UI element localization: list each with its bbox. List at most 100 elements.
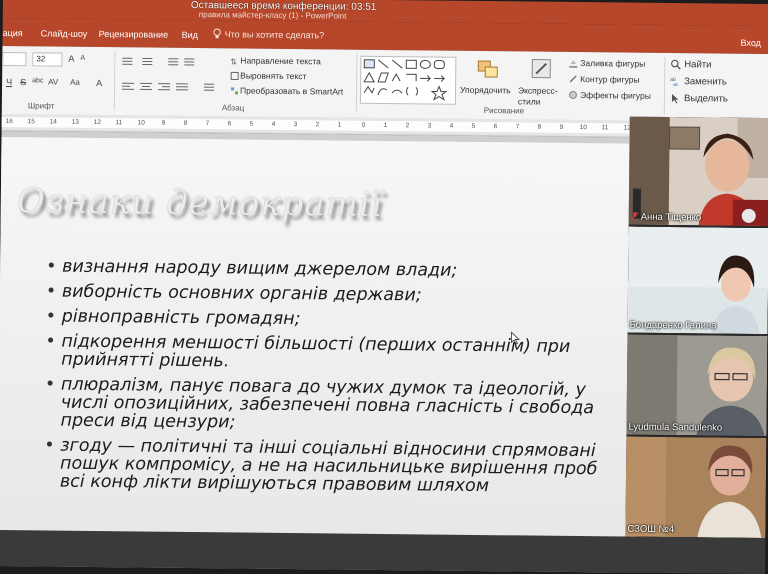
ruler-tick: 3 xyxy=(294,121,298,128)
align-text-icon xyxy=(230,71,239,80)
ruler-tick: 9 xyxy=(560,124,564,131)
ruler-tick: 4 xyxy=(272,121,276,128)
bullet-item: рівноправність громадян; xyxy=(44,307,644,331)
mic-muted-icon xyxy=(631,212,639,221)
ruler-tick: 10 xyxy=(580,124,587,131)
tell-me-search[interactable]: Что вы хотите сделать? xyxy=(213,28,325,40)
smartart-icon xyxy=(230,86,239,95)
paragraph-group-label: Абзац xyxy=(222,103,245,112)
select-button[interactable]: Выделить xyxy=(684,93,728,104)
bullet-item: плюралізм, панує повага до чужих думок т… xyxy=(42,375,643,435)
font-group-label: Шрифт xyxy=(28,101,54,110)
bullet-item: підкорення меншості більшості (перших ос… xyxy=(43,332,643,374)
grow-font-button[interactable]: A xyxy=(68,54,74,64)
slide-title[interactable]: Ознаки демократії xyxy=(17,181,383,225)
bullet-line: визнання народу вищим джерелом влади; xyxy=(62,258,644,282)
participants-panel: Анна Тіщенко Бондаренко Галина xyxy=(625,117,768,538)
participant-name: Lyudmula Sandulenko xyxy=(628,422,722,434)
shapes-gallery[interactable] xyxy=(360,56,456,105)
quick-styles-icon xyxy=(530,58,554,82)
participant-tile[interactable]: Lyudmula Sandulenko xyxy=(626,335,767,436)
status-area xyxy=(0,530,765,574)
ruler-tick: 1 xyxy=(384,122,388,129)
ruler-tick: 0 xyxy=(362,122,366,129)
svg-text:ac: ac xyxy=(673,82,679,87)
drawing-group-label: Рисование xyxy=(484,106,524,115)
shrink-font-button[interactable]: A xyxy=(80,55,85,62)
font-name-box[interactable] xyxy=(2,52,26,66)
font-color-button[interactable]: A xyxy=(96,78,102,88)
shapes-gallery-icon xyxy=(361,57,455,104)
lightbulb-icon xyxy=(213,28,222,39)
ruler-tick: 1 xyxy=(338,122,342,129)
ruler-tick: 7 xyxy=(206,120,210,127)
ribbon: 32 A A Ч S abc AV Aa A Шрифт ⇅ Направлен xyxy=(2,46,768,123)
participant-name: СЗОШ №4 xyxy=(627,524,674,535)
text-direction-icon: ⇅ xyxy=(230,56,239,65)
shadow-text-button[interactable]: abc xyxy=(32,77,43,84)
strikethrough-button[interactable]: S xyxy=(20,77,26,87)
convert-smartart-button[interactable]: Преобразовать в SmartArt xyxy=(240,85,343,96)
tab-review[interactable]: Рецензирование xyxy=(99,29,169,40)
mouse-cursor-icon xyxy=(510,331,520,345)
ruler-tick: 14 xyxy=(50,118,57,125)
replace-button[interactable]: Заменить xyxy=(684,76,727,87)
participant-tile[interactable]: Бондаренко Галина xyxy=(628,227,768,334)
ruler-tick: 2 xyxy=(316,121,320,128)
arrange-button[interactable]: Упорядочить xyxy=(460,85,511,96)
underline-button[interactable]: Ч xyxy=(6,77,12,87)
ruler-tick: 5 xyxy=(472,123,476,130)
shape-effects-button[interactable]: Эффекты фигуры xyxy=(580,90,651,101)
ruler-tick: 9 xyxy=(162,120,166,127)
ruler-tick: 10 xyxy=(138,119,145,126)
ruler-tick: 2 xyxy=(406,122,410,129)
signin-link[interactable]: Вход xyxy=(741,38,761,48)
align-text-button[interactable]: Выровнять текст xyxy=(240,70,306,81)
bullet-item: визнання народу вищим джерелом влади; xyxy=(44,257,644,281)
ruler-tick: 8 xyxy=(184,120,188,127)
ruler-tick: 15 xyxy=(28,118,35,125)
shape-effects-icon xyxy=(568,90,578,100)
char-spacing-button[interactable]: AV xyxy=(48,77,58,86)
participant-tile[interactable]: СЗОШ №4 xyxy=(625,437,766,538)
ruler-tick: 6 xyxy=(494,123,498,130)
find-button[interactable]: Найти xyxy=(684,59,711,70)
ruler-tick: 3 xyxy=(428,122,432,129)
bullet-list[interactable]: визнання народу вищим джерелом влади; ви… xyxy=(42,257,644,503)
ruler-tick: 8 xyxy=(538,124,542,131)
shape-fill-icon xyxy=(568,58,578,68)
group-separator xyxy=(356,54,358,112)
participant-video xyxy=(629,117,768,226)
text-direction-button[interactable]: Направление текста xyxy=(240,55,321,66)
ruler-tick: 7 xyxy=(516,123,520,130)
bullet-line: виборність основних органів держави; xyxy=(62,283,644,307)
tab-view[interactable]: Вид xyxy=(182,30,198,40)
replace-icon: abac xyxy=(670,76,681,87)
font-size-box[interactable]: 32 xyxy=(32,52,62,66)
svg-text:⇅: ⇅ xyxy=(230,57,237,65)
tab-slideshow[interactable]: Слайд-шоу xyxy=(41,28,88,38)
ruler-tick: 12 xyxy=(94,119,101,126)
tab-animation[interactable]: ация xyxy=(3,28,23,38)
ruler-tick: 4 xyxy=(450,123,454,130)
ruler-tick: 11 xyxy=(602,124,609,131)
participant-tile[interactable]: Анна Тіщенко xyxy=(629,117,768,226)
quick-styles-button[interactable]: Экспресс-стили xyxy=(518,85,562,107)
change-case-button[interactable]: Aa xyxy=(70,78,80,87)
participant-name: Анна Тіщенко xyxy=(631,212,702,224)
ruler-tick: 6 xyxy=(228,120,232,127)
ruler-tick: 16 xyxy=(6,118,13,125)
tell-me-text: Что вы хотите сделать? xyxy=(225,29,325,40)
bullet-item: згоду — політичні та інші соціальні відн… xyxy=(42,436,643,496)
slide-editor-area: Ознаки демократії визнання народу вищим … xyxy=(0,131,642,573)
ruler-tick: 11 xyxy=(116,119,123,126)
document-title: правила майстер-класу (1) - PowerPoint xyxy=(199,10,347,21)
group-separator xyxy=(114,51,116,109)
participant-name: Бондаренко Галина xyxy=(630,320,717,332)
shape-outline-button[interactable]: Контур фигуры xyxy=(580,74,640,85)
arrange-icon xyxy=(476,59,500,81)
participant-video xyxy=(628,227,768,334)
slide-canvas[interactable]: Ознаки демократії визнання народу вищим … xyxy=(0,137,641,564)
shape-fill-button[interactable]: Заливка фигуры xyxy=(580,58,645,69)
find-icon xyxy=(670,59,681,70)
